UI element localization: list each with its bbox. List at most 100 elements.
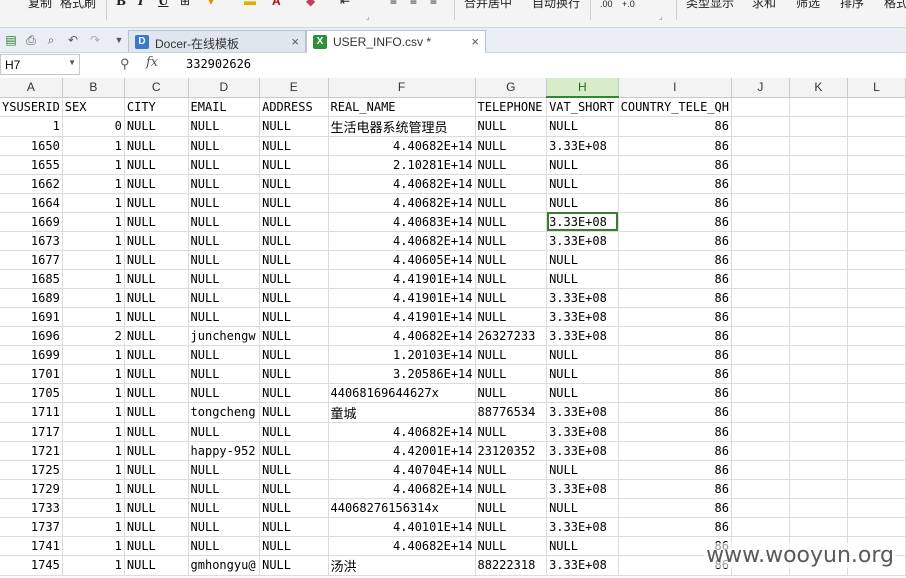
underline-button[interactable]: U — [158, 0, 168, 8]
cell-i5[interactable]: 86 — [618, 174, 733, 194]
cell-d20[interactable]: NULL — [188, 460, 261, 480]
copy-button[interactable]: 复制 — [28, 0, 52, 11]
cell-i7[interactable]: 86 — [618, 212, 733, 232]
format-painter-button[interactable]: 格式刷 — [60, 0, 96, 11]
cell-i1[interactable]: COUNTRY_TELE_QH — [618, 97, 733, 117]
cell-b19[interactable]: 1 — [62, 441, 125, 461]
dialog-launcher-icon[interactable]: ⌟ — [659, 12, 663, 21]
cell-d22[interactable]: NULL — [188, 498, 261, 518]
cell-d25[interactable]: gmhongyu@ — [188, 555, 261, 576]
cell-j12[interactable] — [731, 307, 790, 327]
cell-g3[interactable]: NULL — [475, 136, 548, 156]
cell-g4[interactable]: NULL — [475, 155, 548, 175]
cell-a17[interactable]: 1711 — [0, 402, 63, 423]
merge-center-button[interactable]: 合并居中 — [464, 0, 512, 11]
cell-k2[interactable] — [789, 116, 849, 137]
cell-d7[interactable]: NULL — [188, 212, 261, 232]
cell-k9[interactable] — [789, 250, 849, 270]
chevron-down-icon[interactable]: ▼ — [68, 58, 76, 67]
cell-b18[interactable]: 1 — [62, 422, 125, 442]
cell-d23[interactable]: NULL — [188, 517, 261, 537]
cell-k20[interactable] — [789, 460, 849, 480]
tab-user-info[interactable]: X USER_INFO.csv * × — [306, 30, 486, 53]
cell-e11[interactable]: NULL — [259, 288, 329, 308]
redo-icon[interactable]: ↷ — [88, 33, 102, 47]
cell-k3[interactable] — [789, 136, 849, 156]
column-header-k[interactable]: K — [789, 78, 849, 98]
cell-f9[interactable]: 4.40605E+14 — [328, 250, 476, 270]
cell-j9[interactable] — [731, 250, 790, 270]
cell-j1[interactable] — [731, 97, 790, 117]
cell-a2[interactable]: 1 — [0, 116, 63, 137]
cell-b8[interactable]: 1 — [62, 231, 125, 251]
cell-j19[interactable] — [731, 441, 790, 461]
cell-b6[interactable]: 1 — [62, 193, 125, 213]
cell-g10[interactable]: NULL — [475, 269, 548, 289]
cell-g24[interactable]: NULL — [475, 536, 548, 556]
cell-f20[interactable]: 4.40704E+14 — [328, 460, 476, 480]
cell-g8[interactable]: NULL — [475, 231, 548, 251]
cell-e2[interactable]: NULL — [259, 116, 329, 137]
cell-k22[interactable] — [789, 498, 849, 518]
cell-j23[interactable] — [731, 517, 790, 537]
cell-a20[interactable]: 1725 — [0, 460, 63, 480]
cell-g9[interactable]: NULL — [475, 250, 548, 270]
cell-j14[interactable] — [731, 345, 790, 365]
cell-a11[interactable]: 1689 — [0, 288, 63, 308]
cell-a16[interactable]: 1705 — [0, 383, 63, 403]
cell-j17[interactable] — [731, 402, 790, 423]
cell-i13[interactable]: 86 — [618, 326, 733, 346]
cell-a14[interactable]: 1699 — [0, 345, 63, 365]
cell-h15[interactable]: NULL — [546, 364, 619, 384]
cell-l21[interactable] — [847, 479, 906, 499]
cell-f15[interactable]: 3.20586E+14 — [328, 364, 476, 384]
column-header-i[interactable]: I — [618, 78, 733, 98]
cell-e17[interactable]: NULL — [259, 402, 329, 423]
cell-f14[interactable]: 1.20103E+14 — [328, 345, 476, 365]
cell-b13[interactable]: 2 — [62, 326, 125, 346]
cell-c15[interactable]: NULL — [124, 364, 189, 384]
cell-b4[interactable]: 1 — [62, 155, 125, 175]
indent-icon[interactable]: ⇤ — [340, 0, 350, 8]
cell-f4[interactable]: 2.10281E+14 — [328, 155, 476, 175]
cell-j11[interactable] — [731, 288, 790, 308]
cell-i22[interactable]: 86 — [618, 498, 733, 518]
cell-i9[interactable]: 86 — [618, 250, 733, 270]
cell-k18[interactable] — [789, 422, 849, 442]
cell-h6[interactable]: NULL — [546, 193, 619, 213]
cell-i16[interactable]: 86 — [618, 383, 733, 403]
cell-g20[interactable]: NULL — [475, 460, 548, 480]
cell-k13[interactable] — [789, 326, 849, 346]
cell-l13[interactable] — [847, 326, 906, 346]
borders-icon[interactable]: ⊞ — [180, 0, 190, 8]
cell-i15[interactable]: 86 — [618, 364, 733, 384]
cell-l16[interactable] — [847, 383, 906, 403]
cell-l17[interactable] — [847, 402, 906, 423]
cell-c20[interactable]: NULL — [124, 460, 189, 480]
cell-j6[interactable] — [731, 193, 790, 213]
cell-f16[interactable]: 44068169644627x — [328, 383, 476, 403]
new-doc-icon[interactable]: ▤ — [4, 33, 18, 47]
cell-g12[interactable]: NULL — [475, 307, 548, 327]
cell-c7[interactable]: NULL — [124, 212, 189, 232]
cell-e25[interactable]: NULL — [259, 555, 329, 576]
cell-j20[interactable] — [731, 460, 790, 480]
cell-a18[interactable]: 1717 — [0, 422, 63, 442]
cell-j21[interactable] — [731, 479, 790, 499]
cell-d13[interactable]: junchengw — [188, 326, 261, 346]
cell-h25[interactable]: 3.33E+08 — [546, 555, 619, 576]
cell-e22[interactable]: NULL — [259, 498, 329, 518]
cell-e20[interactable]: NULL — [259, 460, 329, 480]
cell-a1[interactable]: YSUSERID — [0, 97, 63, 117]
align-right-icon[interactable]: ≡ — [430, 0, 437, 8]
cell-c12[interactable]: NULL — [124, 307, 189, 327]
cell-k4[interactable] — [789, 155, 849, 175]
customize-dropdown-icon[interactable]: ▼ — [112, 33, 126, 47]
column-header-j[interactable]: J — [731, 78, 790, 98]
column-header-d[interactable]: D — [188, 78, 261, 98]
decimal-button[interactable]: .00 — [600, 0, 613, 9]
cell-l22[interactable] — [847, 498, 906, 518]
cell-d6[interactable]: NULL — [188, 193, 261, 213]
cell-a25[interactable]: 1745 — [0, 555, 63, 576]
cell-c5[interactable]: NULL — [124, 174, 189, 194]
